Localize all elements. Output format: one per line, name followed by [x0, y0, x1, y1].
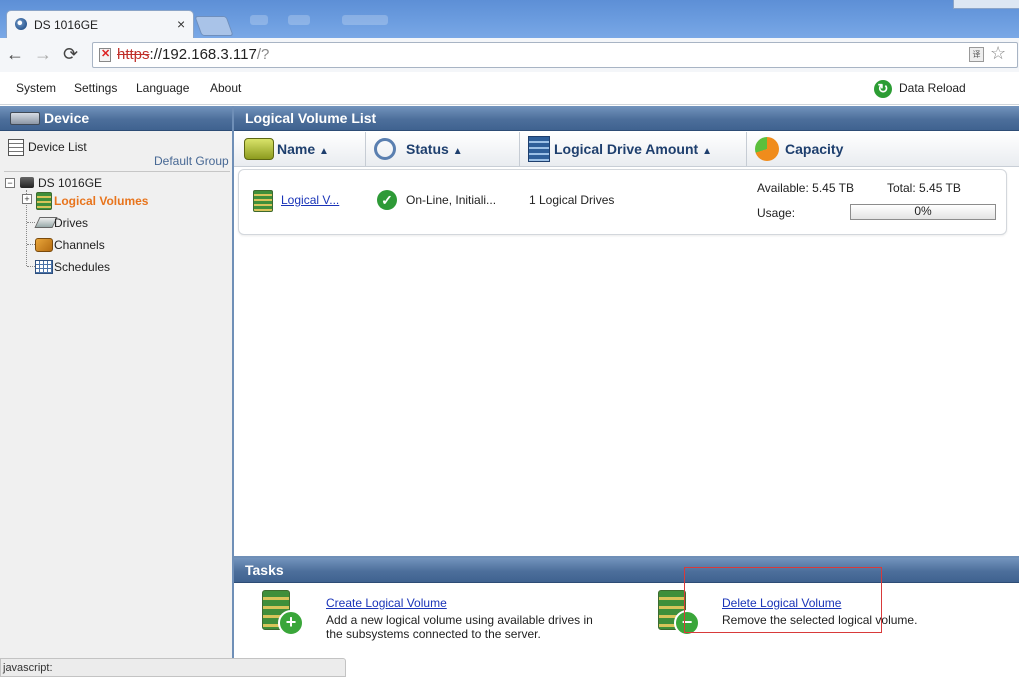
- logical-volume-list-header: Logical Volume List: [234, 106, 1019, 131]
- tree-item-schedules[interactable]: Schedules: [54, 260, 110, 274]
- address-url: https://192.168.3.117/?: [117, 46, 270, 63]
- drive-amount-text: 1 Logical Drives: [529, 193, 615, 207]
- refresh-icon[interactable]: ⟳: [63, 44, 78, 65]
- browser-toolbar: ← → ⟳ https://192.168.3.117/? 译 ☆: [0, 38, 1019, 73]
- drive-stack-icon: [528, 136, 550, 162]
- site-favicon-icon: [15, 18, 27, 30]
- usage-percent: 0%: [914, 204, 932, 218]
- channel-icon: [35, 238, 53, 252]
- data-reload-label: Data Reload: [899, 81, 966, 95]
- tree-line: [27, 244, 35, 245]
- status-text: On-Line, Initiali...: [406, 193, 497, 207]
- pie-chart-icon: [755, 137, 779, 161]
- browser-status-bar: javascript:: [0, 658, 346, 677]
- browser-tab[interactable]: DS 1016GE ×: [6, 10, 194, 39]
- tree-expand-toggle[interactable]: +: [22, 194, 32, 204]
- schedule-icon: [35, 260, 53, 274]
- window-controls[interactable]: [953, 0, 1019, 9]
- tasks-panel: Tasks + Create Logical Volume Add a new …: [234, 558, 1019, 675]
- tree-root-ds1016ge[interactable]: DS 1016GE: [38, 176, 102, 190]
- default-group-label: Default Group: [154, 154, 229, 168]
- address-bar[interactable]: https://192.168.3.117/? 译 ☆: [92, 42, 1018, 68]
- available-capacity: Available: 5.45 TB: [757, 181, 854, 195]
- logical-volume-list-title: Logical Volume List: [245, 110, 377, 126]
- table-row[interactable]: Logical V... ✓ On-Line, Initiali... 1 Lo…: [238, 169, 1007, 235]
- create-logical-volume-desc-2: the subsystems connected to the server.: [326, 627, 541, 641]
- storage-system-icon: [20, 177, 34, 188]
- tab-close-icon[interactable]: ×: [177, 16, 185, 32]
- tasks-panel-title: Tasks: [245, 562, 284, 578]
- menu-system[interactable]: System: [16, 81, 56, 95]
- reload-icon: ↻: [874, 80, 892, 98]
- device-panel-header: Device: [0, 106, 232, 131]
- column-header-status[interactable]: Status ▲: [366, 132, 520, 166]
- logical-volume-list-panel: Logical Volume List Name ▲ Status ▲ Logi…: [234, 106, 1019, 558]
- column-header-capacity[interactable]: Capacity: [747, 132, 1019, 166]
- tree-line: [27, 266, 35, 267]
- panel-divider: [4, 171, 230, 172]
- device-list-icon: [8, 139, 24, 156]
- insecure-lock-icon: [99, 47, 111, 62]
- online-check-icon: ✓: [377, 190, 397, 210]
- create-logical-volume-link[interactable]: Create Logical Volume: [326, 596, 447, 610]
- create-volume-icon[interactable]: +: [262, 590, 304, 636]
- logical-volume-icon: [36, 192, 52, 210]
- device-panel-title: Device: [44, 110, 90, 126]
- browser-tab-title: DS 1016GE: [34, 18, 99, 32]
- column-headers: Name ▲ Status ▲ Logical Drive Amount ▲ C…: [234, 132, 1019, 167]
- new-tab-button[interactable]: [194, 16, 234, 36]
- highlight-box: [684, 567, 882, 633]
- column-header-name[interactable]: Name ▲: [234, 132, 366, 166]
- device-panel: Device Device List Default Group − DS 10…: [0, 106, 234, 675]
- create-logical-volume-desc: Add a new logical volume using available…: [326, 613, 593, 627]
- tree-collapse-toggle[interactable]: −: [5, 178, 15, 188]
- browser-tabstrip: DS 1016GE ×: [0, 0, 1019, 39]
- tasks-panel-header: Tasks: [234, 558, 1019, 583]
- forward-arrow-icon[interactable]: →: [34, 44, 52, 65]
- device-list-link[interactable]: Device List: [28, 140, 87, 154]
- menu-about[interactable]: About: [210, 81, 241, 95]
- translate-icon[interactable]: 译: [969, 47, 984, 62]
- menu-settings[interactable]: Settings: [74, 81, 117, 95]
- bookmark-star-icon[interactable]: ☆: [990, 43, 1006, 64]
- total-capacity: Total: 5.45 TB: [887, 181, 961, 195]
- blurred-tab: [250, 15, 268, 25]
- blurred-tab: [288, 15, 310, 25]
- stethoscope-icon: [374, 138, 396, 160]
- blurred-tab: [342, 15, 388, 25]
- tree-line: [27, 222, 35, 223]
- app-menubar: System Settings Language About ↻ Data Re…: [0, 72, 1019, 105]
- device-icon: [10, 112, 40, 125]
- logical-volume-icon: [253, 190, 273, 212]
- usage-progress-bar: 0%: [850, 204, 996, 220]
- logical-volume-name-link[interactable]: Logical V...: [281, 193, 339, 207]
- menu-language[interactable]: Language: [136, 81, 189, 95]
- usage-label: Usage:: [757, 206, 796, 220]
- tree-item-drives[interactable]: Drives: [54, 216, 88, 230]
- tag-icon: [244, 138, 274, 160]
- column-header-logical-drive-amount[interactable]: Logical Drive Amount ▲: [520, 132, 747, 166]
- back-arrow-icon[interactable]: ←: [6, 44, 24, 65]
- status-bar-text: javascript:: [3, 662, 53, 674]
- tree-item-channels[interactable]: Channels: [54, 238, 105, 252]
- tree-item-logical-volumes[interactable]: Logical Volumes: [54, 194, 148, 208]
